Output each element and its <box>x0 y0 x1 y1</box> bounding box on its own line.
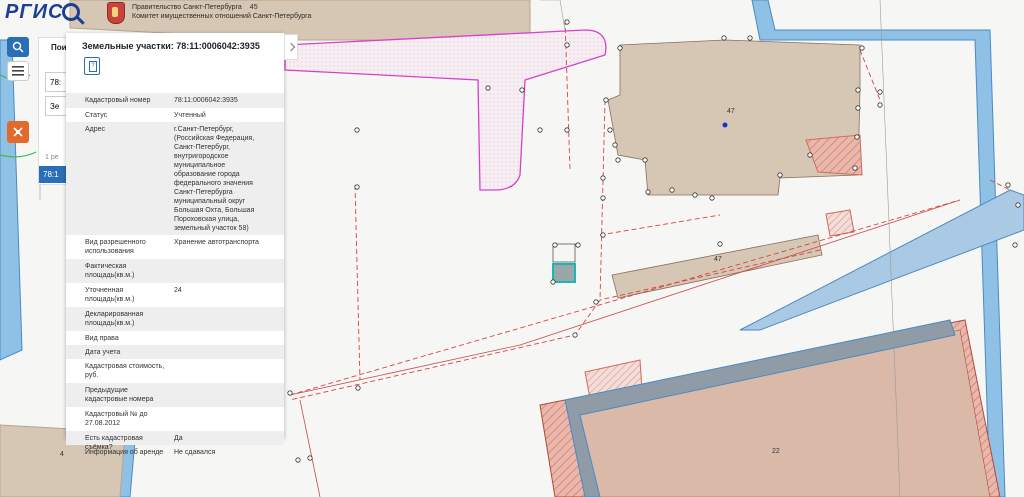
logo-magnifier-icon <box>62 3 80 21</box>
collapse-panel-button[interactable] <box>284 34 298 60</box>
label-building-47: 47 <box>727 108 735 115</box>
popup-title: Земельные участки: 78:11:0006042:3935 <box>82 41 260 51</box>
results-count: 1 ре <box>45 154 59 161</box>
attribute-value: Да <box>174 435 183 442</box>
attribute-row: Есть кадастровая съёмка? Да <box>66 431 284 451</box>
question-doc-icon: ? <box>89 61 97 72</box>
attribute-row: Вид права <box>66 331 284 345</box>
label-building-22: 22 <box>772 448 780 455</box>
attribute-value: 24 <box>174 287 182 294</box>
attribute-value: Не сдавался <box>174 449 216 456</box>
info-popup: Земельные участки: 78:11:0006042:3935 ? … <box>66 33 284 456</box>
label-building-47-strip: 47 <box>714 256 722 263</box>
attribute-row: Дата учета <box>66 345 284 359</box>
attribute-key: Декларированная площадь(кв.м.) <box>85 311 144 327</box>
attribute-row: Информация об аренде Не сдавался <box>66 445 284 459</box>
government-number: 45 <box>249 4 258 11</box>
layer-tool-icon <box>13 127 23 137</box>
app-logo[interactable]: РГИС <box>5 1 63 24</box>
help-button[interactable]: ? <box>84 57 100 75</box>
attribute-key: Вид права <box>85 335 119 342</box>
menu-button[interactable] <box>7 61 29 81</box>
attribute-row: Статус Учтенный <box>66 108 284 122</box>
attribute-row: Предыдущие кадастровые номера <box>66 383 284 407</box>
attribute-key: Вид разрешенного использования <box>85 239 146 255</box>
attribute-key: Кадастровый № до 27.08.2012 <box>85 411 148 427</box>
attribute-key: Информация об аренде <box>85 449 164 456</box>
building-47-strip <box>611 234 823 299</box>
attribute-value: г.Санкт-Петербург, (Российская Федерация… <box>174 126 255 232</box>
water-channel-left <box>0 39 23 361</box>
menu-icon <box>12 66 24 76</box>
committee-name: Комитет имущественных отношений Санкт-Пе… <box>132 13 312 20</box>
attribute-row: Адрес г.Санкт-Петербург, (Российская Феде… <box>66 122 284 235</box>
attribute-value: Хранение автотранспорта <box>174 239 259 246</box>
hatched-parcel-2 <box>825 209 855 237</box>
attribute-key: Фактическая площадь(кв.м.) <box>85 263 135 279</box>
search-panel-title: Пои <box>51 43 67 52</box>
road-outline <box>284 29 607 191</box>
spb-emblem-icon <box>107 2 125 24</box>
attributes-table: Кадастровый номер 78:11:0006042:3935 Стату… <box>66 93 284 459</box>
attribute-key: Дата учета <box>85 349 121 356</box>
attribute-value: Учтенный <box>174 112 206 119</box>
attribute-row: Фактическая площадь(кв.м.) <box>66 259 284 283</box>
selected-parcel[interactable] <box>552 263 576 283</box>
attribute-row: Кадастровый номер 78:11:0006042:3935 <box>66 93 284 108</box>
attribute-value: 78:11:0006042:3935 <box>174 97 238 104</box>
attribute-row: Уточненная площадь(кв.м.) 24 <box>66 283 284 307</box>
layer-tool-button[interactable] <box>7 121 29 143</box>
attribute-key: Кадастровая стоимость, руб. <box>85 363 165 379</box>
government-name: Правительство Санкт-Петербурга 45 <box>132 4 258 11</box>
attribute-key: Уточненная площадь(кв.м.) <box>85 287 135 303</box>
search-icon <box>12 41 24 53</box>
label-building-4: 4 <box>60 451 64 458</box>
attribute-key: Кадастровый номер <box>85 97 151 104</box>
building-47-centroid <box>722 122 728 128</box>
attribute-row: Кадастровый № до 27.08.2012 <box>66 407 284 431</box>
attribute-key: Адрес <box>85 126 106 133</box>
search-button[interactable] <box>7 37 29 57</box>
attribute-key: Предыдущие кадастровые номера <box>85 387 154 403</box>
attribute-row: Декларированная площадь(кв.м.) <box>66 307 284 331</box>
attribute-key: Статус <box>85 112 108 119</box>
attribute-row: Кадастровая стоимость, руб. <box>66 359 284 383</box>
attribute-row: Вид разрешенного использования Хранение а… <box>66 235 284 259</box>
